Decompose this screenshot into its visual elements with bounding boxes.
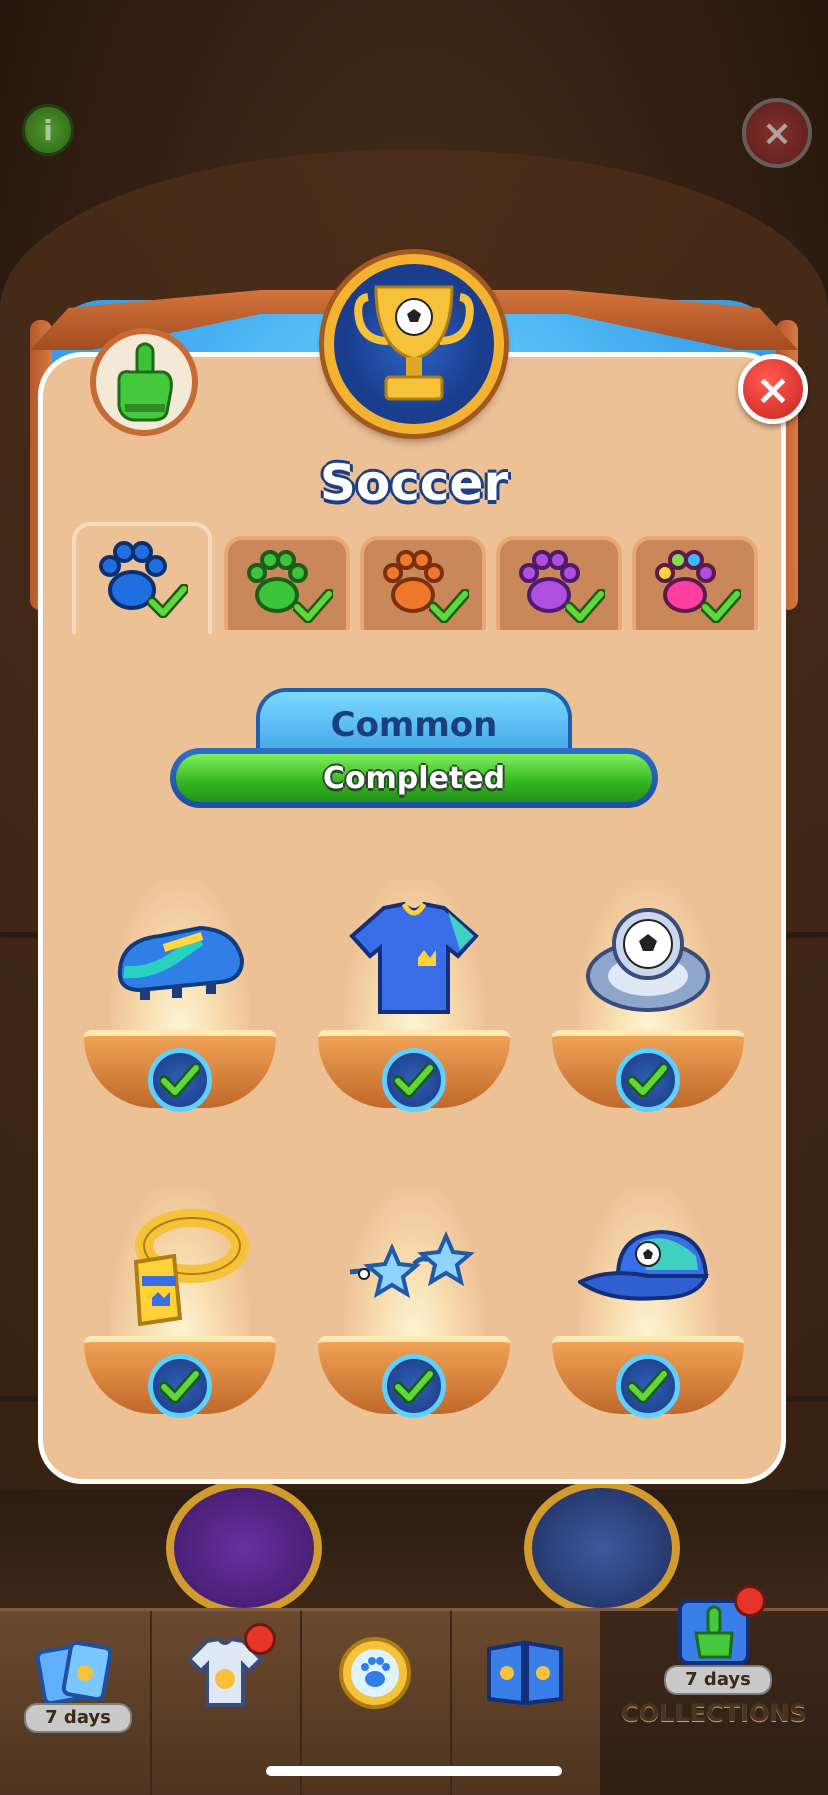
home-indicator: [266, 1766, 562, 1776]
modal-title: Soccer: [319, 454, 509, 512]
check-icon: [429, 589, 469, 623]
tab-green-paw[interactable]: [224, 536, 350, 630]
background-close-button[interactable]: ×: [742, 98, 812, 168]
nav-collections[interactable]: 7 days COLLECTIONS: [600, 1585, 828, 1795]
check-icon: [565, 589, 605, 623]
collection-item-star-glasses[interactable]: [314, 1166, 514, 1426]
notification-dot: [734, 1585, 766, 1617]
collection-item-soccer-cleat[interactable]: [80, 860, 280, 1120]
collection-item-cap[interactable]: [548, 1166, 748, 1426]
tab-orange-paw[interactable]: [360, 536, 486, 630]
collected-check-icon: [616, 1048, 680, 1112]
cap-icon: [578, 1229, 709, 1301]
days-remaining: 7 days: [24, 1703, 132, 1733]
collected-check-icon: [148, 1048, 212, 1112]
trophy-badge: [324, 254, 504, 434]
info-icon: i: [43, 113, 53, 147]
check-icon: [148, 584, 188, 618]
collected-check-icon: [382, 1354, 446, 1418]
notification-dot: [244, 1623, 276, 1655]
close-icon: ×: [761, 112, 793, 154]
tab-rainbow-paw[interactable]: [632, 536, 758, 630]
cards-icon: [35, 1640, 113, 1706]
progress-label: Completed: [322, 760, 506, 796]
tab-purple-paw[interactable]: [496, 536, 622, 630]
info-button[interactable]: i: [22, 104, 74, 156]
foam-finger-icon: [90, 328, 198, 436]
jersey-icon: [349, 901, 479, 1014]
nav-events-cards[interactable]: 7 days: [0, 1611, 152, 1795]
star-glasses-icon: [349, 1231, 475, 1299]
check-icon: [701, 589, 741, 623]
check-icon: [293, 589, 333, 623]
collected-check-icon: [148, 1354, 212, 1418]
soccer-cleat-icon: [117, 925, 245, 1000]
close-icon: ×: [755, 364, 791, 414]
days-remaining: 7 days: [664, 1665, 772, 1695]
scarf-icon: [133, 1209, 249, 1326]
progress-fill: Completed: [176, 754, 652, 802]
collected-check-icon: [616, 1354, 680, 1418]
planet-collection-icon: [524, 1480, 680, 1616]
soccer-ring-icon: [586, 908, 710, 1012]
collected-check-icon: [382, 1048, 446, 1112]
close-button[interactable]: ×: [738, 354, 808, 424]
album-icon: [487, 1640, 563, 1706]
tab-blue-paw[interactable]: [72, 522, 212, 634]
paw-coin-icon: [339, 1637, 411, 1709]
collection-item-jersey[interactable]: [314, 860, 514, 1120]
collection-item-scarf[interactable]: [80, 1166, 280, 1426]
crown-collection-icon: [166, 1480, 322, 1616]
collection-item-soccer-ring[interactable]: [548, 860, 748, 1120]
trophy-icon: [354, 285, 474, 401]
collections-label: COLLECTIONS: [621, 1699, 807, 1727]
progress-bar: Completed: [170, 748, 658, 808]
